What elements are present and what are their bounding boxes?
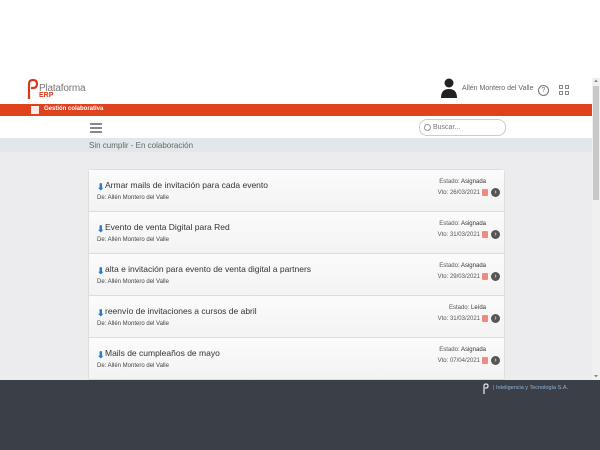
task-due: Vto: 31/03/2021 [438,232,480,238]
search-icon [424,124,431,131]
task-title[interactable]: Evento de venta Digital para Red [105,222,230,232]
grid-icon[interactable] [559,85,569,95]
chevron-right-circle-icon[interactable]: › [491,188,500,197]
task-author: De: Allén Montero del Valle [97,237,169,243]
footer-company: | Inteligencia y Tecnología S.A. [493,385,569,391]
flag-icon [482,357,488,364]
task-state-label: Estado: [439,263,460,269]
task-due: Vto: 07/04/2021 [438,358,480,364]
arrow-down-icon: ⬇ [97,350,105,360]
task-state-label: Estado: [439,221,460,227]
task-author: De: Allén Montero del Valle [97,195,169,201]
task-author: De: Allén Montero del Valle [97,363,169,369]
flag-icon [482,273,488,280]
task-list: ⬇ Armar mails de invitación para cada ev… [88,169,505,381]
logo-mark-icon [27,78,39,99]
task-due-label: Vto: [437,232,449,238]
module-label[interactable]: Gestión colaborativa [44,106,103,112]
search-box[interactable] [419,119,506,136]
task-item[interactable]: ⬇ reenvío de invitaciones a cursos de ab… [89,296,504,338]
scroll-up-icon[interactable] [593,78,599,84]
person-icon[interactable] [441,78,457,98]
user-name[interactable]: Allén Montero del Valle [462,85,533,92]
task-due-value: 26/03/2021 [449,190,480,196]
arrow-down-icon: ⬇ [97,224,105,234]
toolbar [0,116,592,138]
task-state-value: Asignada [460,263,486,269]
chevron-right-circle-icon[interactable]: › [491,272,500,281]
task-due-label: Vto: [437,316,449,322]
task-state: Estado: Asignada [439,263,486,269]
task-due-value: 31/03/2021 [449,316,480,322]
module-icon [31,106,39,114]
task-due: Vto: 26/03/2021 [438,190,480,196]
task-title[interactable]: Mails de cumpleaños de mayo [105,348,220,358]
search-input[interactable] [433,122,503,133]
chevron-right-circle-icon[interactable]: › [491,230,500,239]
task-due-value: 29/03/2021 [449,274,480,280]
chevron-right-circle-icon[interactable]: › [491,314,500,323]
flag-icon [482,189,488,196]
task-due-value: 07/04/2021 [449,358,480,364]
arrow-down-icon: ⬇ [97,182,105,192]
task-state-value: Leída [470,305,486,311]
task-state-value: Asignada [460,179,486,185]
footer: | Inteligencia y Tecnología S.A. [0,380,600,450]
task-title[interactable]: alta e invitación para evento de venta d… [105,264,311,274]
task-title[interactable]: reenvío de invitaciones a cursos de abri… [105,306,257,316]
task-item[interactable]: ⬇ Armar mails de invitación para cada ev… [89,170,504,212]
breadcrumb: Sin cumplir - En colaboración [0,138,592,152]
task-state: Estado: Leída [449,305,486,311]
logo-mark-icon [483,383,489,394]
question-circle-icon[interactable]: ? [538,85,549,96]
main-content: ⬇ Armar mails de invitación para cada ev… [0,152,592,381]
task-author: De: Allén Montero del Valle [97,321,169,327]
platform-logo[interactable]: Plataforma ERP [25,78,95,102]
task-item[interactable]: ⬇ Mails de cumpleaños de mayo De: Allén … [89,338,504,380]
task-item[interactable]: ⬇ alta e invitación para evento de venta… [89,254,504,296]
arrow-down-icon: ⬇ [97,308,105,318]
chevron-right-circle-icon[interactable]: › [491,356,500,365]
scroll-down-icon[interactable] [593,373,599,379]
scrollbar-thumb[interactable] [593,86,599,200]
task-state-value: Asignada [460,221,486,227]
page-scrollbar[interactable] [592,78,600,380]
hamburger-icon[interactable] [90,123,102,134]
flag-icon [482,231,488,238]
task-due: Vto: 31/03/2021 [438,316,480,322]
task-due-label: Vto: [437,190,449,196]
arrow-down-icon: ⬇ [97,266,105,276]
task-state-label: Estado: [439,179,460,185]
module-bar: Gestión colaborativa [0,104,592,116]
flag-icon [482,315,488,322]
task-due-value: 31/03/2021 [449,232,480,238]
task-due: Vto: 29/03/2021 [438,274,480,280]
task-title[interactable]: Armar mails de invitación para cada even… [105,180,268,190]
task-due-label: Vto: [437,274,449,280]
logo-subtitle: ERP [39,92,54,99]
task-state-label: Estado: [439,347,460,353]
top-header: Plataforma ERP Allén Montero del Valle ? [0,78,592,104]
breadcrumb-text: Sin cumplir - En colaboración [89,141,194,150]
app-root: Plataforma ERP Allén Montero del Valle ?… [0,0,600,450]
task-state-label: Estado: [448,305,470,311]
task-author: De: Allén Montero del Valle [97,279,169,285]
task-due-label: Vto: [437,358,449,364]
task-item[interactable]: ⬇ Evento de venta Digital para Red De: A… [89,212,504,254]
task-state: Estado: Asignada [439,179,486,185]
task-state-value: Asignada [460,347,486,353]
task-state: Estado: Asignada [439,347,486,353]
task-state: Estado: Asignada [439,221,486,227]
